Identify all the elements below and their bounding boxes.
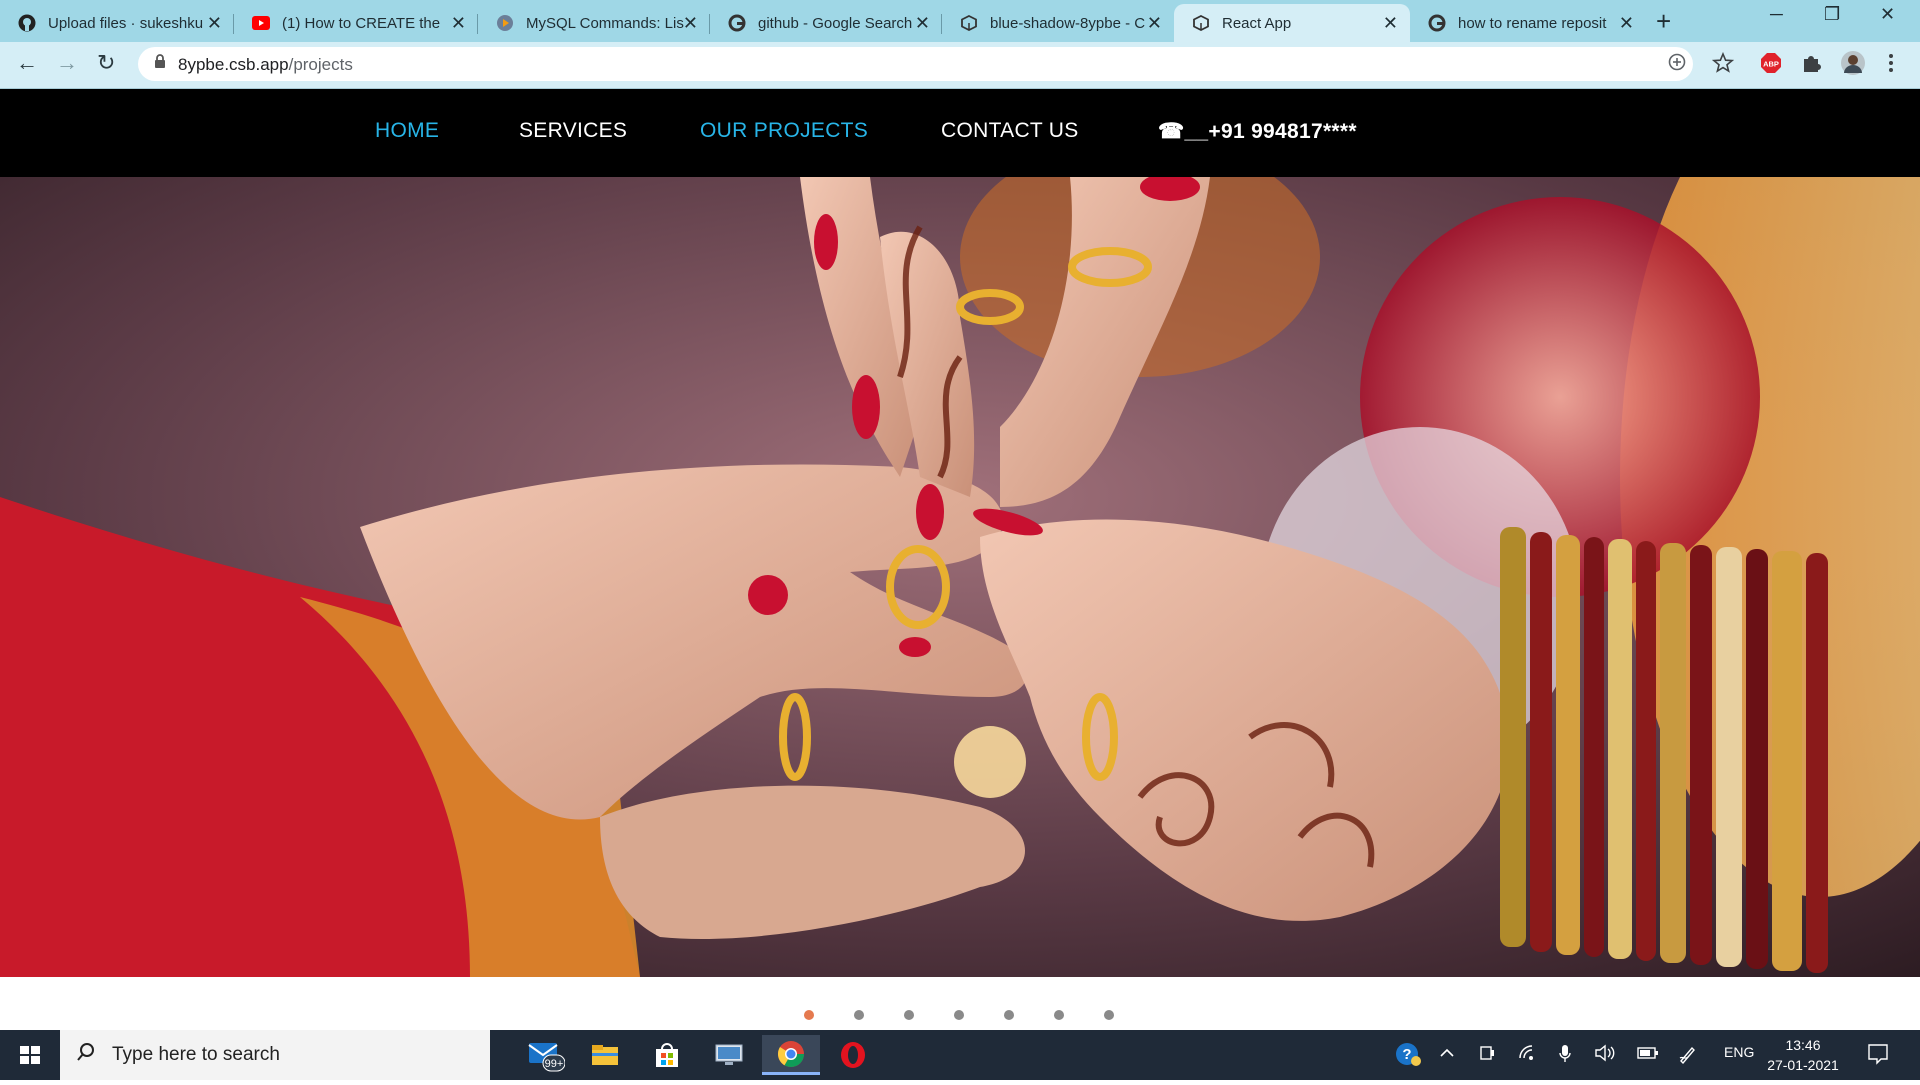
- clock-time: 13:46: [1785, 1037, 1821, 1053]
- phone-number: ☎__+91 994817****: [1158, 120, 1357, 143]
- adblock-plus-icon[interactable]: ABP: [1760, 52, 1782, 79]
- abp-label: ABP: [1763, 60, 1779, 69]
- address-url[interactable]: 8ypbe.csb.app/projects: [178, 55, 353, 75]
- nav-services[interactable]: SERVICES: [519, 119, 627, 143]
- carousel-dot-2[interactable]: [854, 1010, 864, 1020]
- google-icon: [1428, 14, 1446, 32]
- mail-badge: 99+: [545, 1058, 564, 1070]
- browser-menu-icon[interactable]: [1888, 52, 1894, 79]
- carousel-dot-7[interactable]: [1104, 1010, 1114, 1020]
- nav-contact-us[interactable]: CONTACT US: [941, 119, 1079, 143]
- microphone-icon[interactable]: [1558, 1044, 1572, 1069]
- battery-icon[interactable]: [1636, 1044, 1660, 1067]
- close-tab-icon[interactable]: ✕: [1383, 13, 1398, 34]
- tab-react-app[interactable]: React App ✕: [1174, 4, 1410, 42]
- close-tab-icon[interactable]: ✕: [451, 13, 466, 34]
- chrome-icon[interactable]: [762, 1035, 820, 1075]
- tab-title: Upload files · sukeshku: [48, 14, 204, 32]
- tab-title: github - Google Search: [758, 14, 913, 32]
- search-placeholder: Type here to search: [112, 1044, 280, 1065]
- help-icon[interactable]: ?: [1394, 1040, 1422, 1073]
- language-indicator[interactable]: ENG: [1724, 1044, 1754, 1060]
- opera-icon[interactable]: [824, 1035, 882, 1075]
- add-icon[interactable]: [1668, 53, 1686, 76]
- taskbar-search[interactable]: Type here to search: [60, 1030, 490, 1080]
- tab-github-search[interactable]: github - Google Search ✕: [710, 4, 942, 42]
- minimize-button[interactable]: ─: [1770, 4, 1783, 25]
- carousel-dot-4[interactable]: [954, 1010, 964, 1020]
- tab-title: MySQL Commands: Lis: [526, 14, 684, 32]
- browser-toolbar: ← → ↻ 8ypbe.csb.app/projects ABP: [0, 42, 1920, 89]
- mail-app-icon[interactable]: 99+: [516, 1035, 574, 1075]
- tab-youtube[interactable]: (1) How to CREATE the ✕: [234, 4, 478, 42]
- pen-icon[interactable]: [1678, 1044, 1698, 1069]
- carousel-dot-3[interactable]: [904, 1010, 914, 1020]
- remote-desktop-icon[interactable]: [700, 1035, 758, 1075]
- show-hidden-icons-icon[interactable]: [1438, 1044, 1456, 1067]
- volume-icon[interactable]: [1594, 1044, 1616, 1067]
- url-domain: 8ypbe.csb.app: [178, 55, 289, 74]
- codesandbox-icon: [1192, 14, 1210, 32]
- tab-mysql-commands[interactable]: MySQL Commands: Lis ✕: [478, 4, 710, 42]
- url-path: /projects: [288, 55, 353, 74]
- profile-avatar[interactable]: [1840, 50, 1866, 81]
- site-navbar: HOME SERVICES OUR PROJECTS CONTACT US ☎_…: [0, 89, 1920, 177]
- hero-image: [0, 177, 1920, 977]
- google-icon: [728, 14, 746, 32]
- back-button[interactable]: ←: [16, 50, 38, 76]
- maximize-button[interactable]: ❐: [1824, 4, 1840, 25]
- windows-logo-icon: [20, 1046, 40, 1064]
- wifi-icon[interactable]: [1518, 1044, 1538, 1067]
- taskbar-clock[interactable]: 13:46 27-01-2021: [1758, 1035, 1848, 1075]
- clock-date: 27-01-2021: [1767, 1057, 1839, 1073]
- notifications-icon[interactable]: [1866, 1042, 1890, 1071]
- tab-title: (1) How to CREATE the: [282, 14, 441, 32]
- carousel-indicators: [0, 1006, 1920, 1026]
- tab-blue-shadow[interactable]: blue-shadow-8ypbe - C ✕: [942, 4, 1174, 42]
- bookmark-star-icon[interactable]: [1711, 51, 1735, 79]
- search-icon: [76, 1042, 96, 1068]
- start-button[interactable]: [0, 1030, 60, 1080]
- close-tab-icon[interactable]: ✕: [207, 13, 222, 34]
- tab-title: blue-shadow-8ypbe - C: [990, 14, 1146, 32]
- nav-our-projects[interactable]: OUR PROJECTS: [700, 119, 868, 143]
- youtube-icon: [252, 14, 270, 32]
- tab-upload-files[interactable]: Upload files · sukeshku ✕: [0, 4, 234, 42]
- close-tab-icon[interactable]: ✕: [683, 13, 698, 34]
- browser-tab-strip: Upload files · sukeshku ✕ (1) How to CRE…: [0, 0, 1920, 42]
- extensions-puzzle-icon[interactable]: [1800, 52, 1822, 79]
- codesandbox-icon: [960, 14, 978, 32]
- new-tab-button[interactable]: +: [1656, 6, 1671, 37]
- address-bar[interactable]: 8ypbe.csb.app/projects: [138, 47, 1693, 81]
- file-explorer-icon[interactable]: [576, 1035, 634, 1075]
- play-icon: [496, 14, 514, 32]
- close-tab-icon[interactable]: ✕: [1147, 13, 1162, 34]
- nav-home[interactable]: HOME: [375, 119, 439, 143]
- carousel-dot-6[interactable]: [1054, 1010, 1064, 1020]
- close-tab-icon[interactable]: ✕: [915, 13, 930, 34]
- tab-title: how to rename reposit: [1458, 14, 1607, 32]
- store-icon[interactable]: [638, 1035, 696, 1075]
- meet-now-icon[interactable]: [1478, 1044, 1496, 1067]
- windows-taskbar: Type here to search 99+ ? ENG 13:46 27-0…: [0, 1030, 1920, 1080]
- svg-text:?: ?: [1402, 1046, 1411, 1063]
- github-icon: [18, 14, 36, 32]
- tab-rename-repo[interactable]: how to rename reposit ✕: [1410, 4, 1646, 42]
- close-tab-icon[interactable]: ✕: [1619, 13, 1634, 34]
- carousel-dot-5[interactable]: [1004, 1010, 1014, 1020]
- forward-button[interactable]: →: [56, 50, 78, 76]
- close-window-button[interactable]: ✕: [1880, 4, 1895, 25]
- reload-button[interactable]: ↻: [97, 50, 115, 76]
- carousel-dot-1[interactable]: [804, 1010, 814, 1020]
- tab-title: React App: [1222, 14, 1292, 32]
- lock-icon: [154, 54, 166, 73]
